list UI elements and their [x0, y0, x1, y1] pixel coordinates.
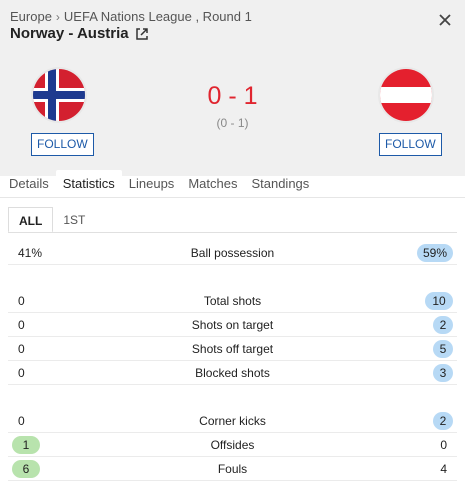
match-title-text: Norway - Austria: [10, 25, 129, 42]
stat-row-fouls: 6 Fouls 4: [8, 457, 457, 481]
stat-row-total-shots: 0 Total shots 10: [8, 289, 457, 313]
follow-away-button[interactable]: FOLLOW: [379, 133, 442, 156]
stat-row-shots-off-target: 0 Shots off target 5: [8, 337, 457, 361]
subtab-all[interactable]: ALL: [8, 207, 54, 233]
chevron-right-icon: ›: [55, 9, 60, 24]
tab-lineups[interactable]: Lineups: [122, 170, 182, 198]
stat-name: Blocked shots: [195, 366, 270, 380]
tab-matches[interactable]: Matches: [181, 170, 244, 198]
subtab-1st[interactable]: 1ST: [53, 207, 95, 233]
tab-standings[interactable]: Standings: [244, 170, 316, 198]
stat-name: Shots off target: [191, 342, 274, 356]
stat-row-shots-on-target: 0 Shots on target 2: [8, 313, 457, 337]
close-icon[interactable]: [437, 12, 453, 28]
match-header: Europe › UEFA Nations League , Round 1 N…: [0, 0, 465, 176]
tab-details[interactable]: Details: [2, 170, 56, 198]
stat-row-blocked-shots: 0 Blocked shots 3: [8, 361, 457, 385]
away-value: 5: [433, 340, 453, 358]
breadcrumb: Europe › UEFA Nations League , Round 1: [10, 9, 252, 24]
away-value: 2: [433, 316, 453, 334]
subtabs-divider: [8, 232, 457, 233]
away-value: 10: [425, 292, 453, 310]
stat-name: Total shots: [203, 294, 262, 308]
stat-name: Ball possession: [190, 246, 275, 260]
period-tabs: ALL 1ST: [8, 207, 95, 233]
stat-name: Fouls: [217, 462, 248, 476]
stat-row-offsides: 1 Offsides 0: [8, 433, 457, 457]
away-value: 59%: [416, 244, 453, 262]
stat-name: Offsides: [210, 438, 255, 452]
away-value: 0: [440, 438, 447, 452]
stat-row-corner-kicks: 0 Corner kicks 2: [8, 409, 457, 433]
half-time-score: (0 - 1): [216, 116, 249, 130]
follow-home-button[interactable]: FOLLOW: [31, 133, 94, 156]
away-value: 2: [433, 412, 453, 430]
away-value: 3: [433, 364, 453, 382]
score: 0 - 1: [207, 82, 258, 110]
statistics-table: 41% Ball possession 59% 0 Total shots 10…: [8, 241, 457, 481]
tabs-divider: [0, 197, 465, 198]
stat-name: Corner kicks: [199, 414, 266, 428]
external-link-icon[interactable]: [135, 27, 149, 41]
match-title[interactable]: Norway - Austria: [10, 25, 149, 42]
match-tabs: Details Statistics Lineups Matches Stand…: [0, 170, 465, 198]
breadcrumb-competition[interactable]: UEFA Nations League , Round 1: [64, 9, 252, 24]
tab-statistics[interactable]: Statistics: [55, 170, 122, 198]
stat-row-possession: 41% Ball possession 59%: [8, 241, 457, 265]
away-value: 4: [440, 462, 447, 476]
stat-name: Shots on target: [191, 318, 274, 332]
breadcrumb-region[interactable]: Europe: [10, 9, 52, 24]
